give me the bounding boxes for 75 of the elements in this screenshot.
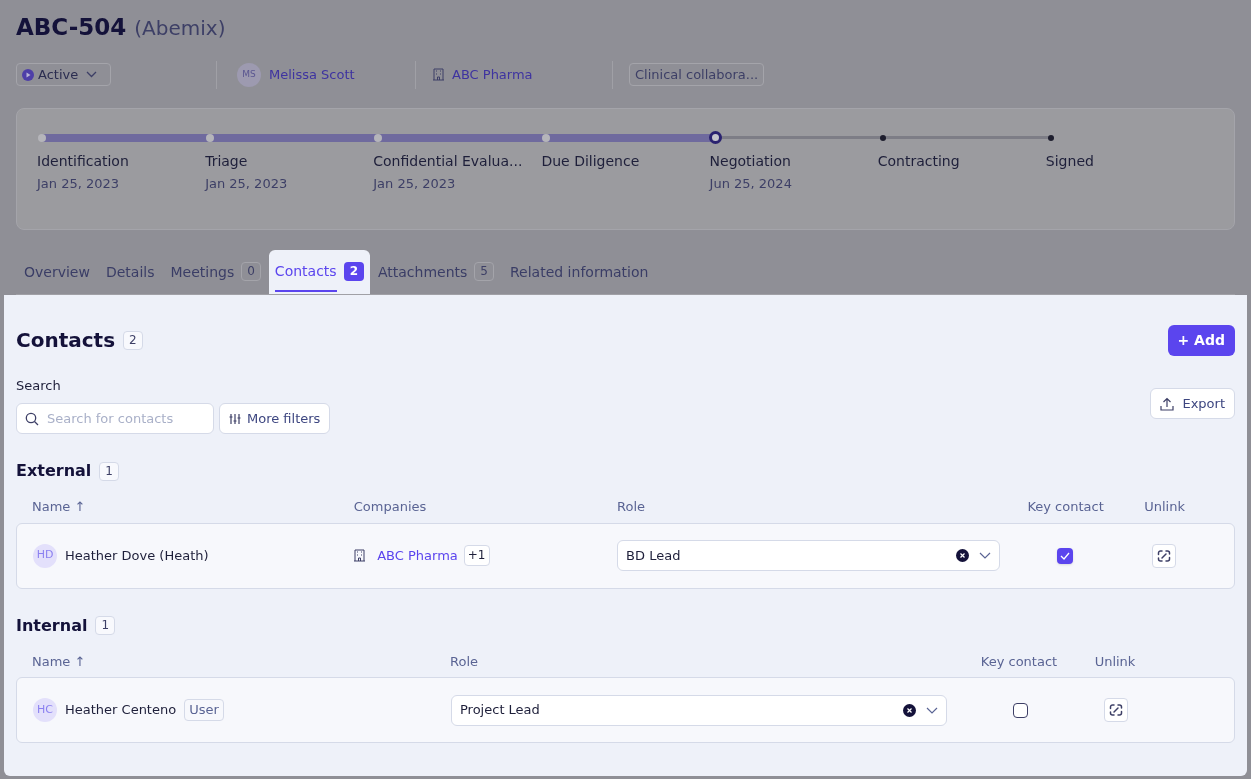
building-icon xyxy=(433,68,444,81)
section-title: Contacts xyxy=(16,327,116,354)
user-badge: User xyxy=(184,699,224,721)
unlink-icon xyxy=(1109,703,1123,717)
column-header: Companies xyxy=(353,498,428,516)
tab[interactable]: Overview xyxy=(16,249,98,294)
tag: Clinical collabora... xyxy=(629,63,765,86)
avatar: MS xyxy=(237,62,261,87)
stage-label: Signed xyxy=(1045,151,1095,171)
unlink-button[interactable] xyxy=(1151,543,1176,568)
building-icon xyxy=(354,549,366,562)
search-field[interactable]: Search for contacts xyxy=(16,403,214,434)
stage-label: Contracting xyxy=(877,151,961,171)
column-header: Key contact xyxy=(1026,498,1105,516)
unlink-icon xyxy=(1156,548,1171,563)
clear-icon[interactable] xyxy=(956,549,970,562)
page-title: ABC-504 xyxy=(16,13,127,42)
stage-label: Identification xyxy=(37,151,130,171)
more-count: +1 xyxy=(463,545,490,566)
chevron-down-icon xyxy=(926,706,938,714)
tab[interactable]: Details xyxy=(97,249,163,294)
stage-label: Triage xyxy=(205,151,249,171)
stage-date: Jan 25, 2023 xyxy=(205,174,289,193)
column-header: Unlink xyxy=(1093,652,1137,671)
search-icon xyxy=(25,411,39,426)
key-contact-checkbox[interactable] xyxy=(1012,702,1028,718)
stage-date: Jan 25, 2023 xyxy=(37,174,121,193)
role-select[interactable]: Project Lead xyxy=(451,694,947,726)
tab[interactable]: Contacts 2 xyxy=(268,249,370,294)
clear-icon[interactable] xyxy=(903,703,916,717)
column-header: Unlink xyxy=(1143,498,1186,516)
export-button[interactable]: Export xyxy=(1150,388,1235,419)
owner-link[interactable]: Melissa Scott xyxy=(269,64,415,85)
group-title: External xyxy=(16,460,92,482)
play-icon xyxy=(22,68,34,81)
column-header: Key contact xyxy=(979,652,1059,671)
count-badge: 2 xyxy=(343,262,364,281)
chevron-down-icon xyxy=(979,552,992,559)
count-badge: 1 xyxy=(99,461,119,481)
status-dropdown[interactable]: Active xyxy=(16,63,111,86)
stage-label: Due Diligence xyxy=(541,151,641,171)
company-link[interactable]: ABC Pharma xyxy=(452,64,612,85)
avatar: HD xyxy=(33,543,57,568)
check-icon xyxy=(1059,551,1070,560)
count-badge: 0 xyxy=(241,262,261,281)
stage-date: Jan 25, 2023 xyxy=(373,174,457,193)
group-title: Internal xyxy=(16,614,88,637)
role-select[interactable]: BD Lead xyxy=(617,540,1001,571)
stage-label: Negotiation xyxy=(709,151,792,171)
company-link[interactable]: ABC Pharma xyxy=(377,545,458,566)
contact-name: Heather Centeno xyxy=(65,701,177,720)
count-badge: 5 xyxy=(474,262,494,281)
tab[interactable]: Meetings 0 xyxy=(162,249,269,294)
add-button[interactable]: + Add xyxy=(1167,324,1235,356)
key-contact-checkbox[interactable] xyxy=(1056,547,1073,564)
upload-icon xyxy=(1160,396,1175,411)
column-header: Role xyxy=(450,652,479,671)
column-header[interactable]: Name ↑ xyxy=(32,497,354,517)
tab[interactable]: Attachments 5 xyxy=(370,249,502,294)
sliders-icon xyxy=(229,412,241,425)
column-header[interactable]: Name ↑ xyxy=(32,651,450,671)
stage-label: Confidential Evalua... xyxy=(373,151,524,171)
unlink-button[interactable] xyxy=(1104,698,1128,722)
stage-date: Jun 25, 2024 xyxy=(709,174,793,193)
more-filters-button[interactable]: More filters xyxy=(219,403,331,434)
count-badge: 2 xyxy=(123,330,143,350)
search-label: Search xyxy=(16,376,62,395)
tab[interactable]: Related information xyxy=(502,249,657,294)
search-input[interactable]: Search for contacts xyxy=(47,408,197,429)
page-subtitle: (Abemix) xyxy=(134,15,226,42)
column-header: Role xyxy=(617,498,647,516)
avatar: HC xyxy=(33,698,57,722)
chevron-down-icon xyxy=(86,71,98,78)
contact-name: Heather Dove (Heath) xyxy=(65,546,209,565)
count-badge: 1 xyxy=(95,616,116,635)
